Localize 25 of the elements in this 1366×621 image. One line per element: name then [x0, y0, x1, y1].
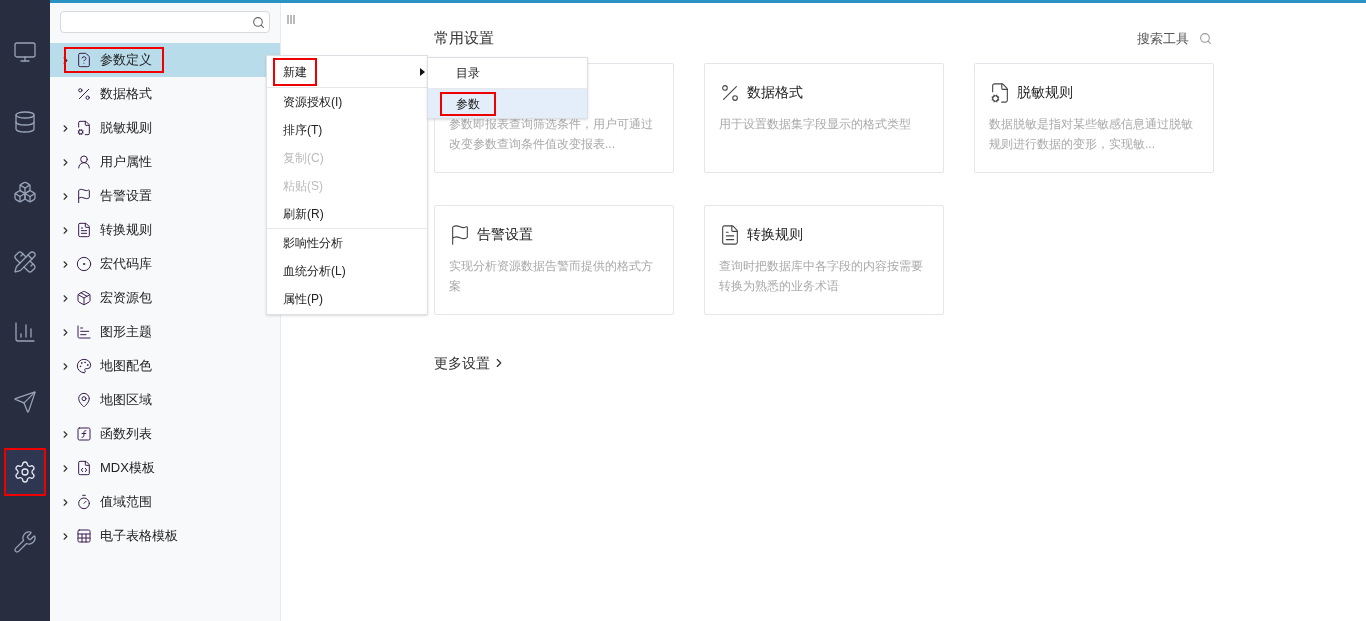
- tree-item-label: 宏代码库: [100, 255, 152, 274]
- tree-item-label: 告警设置: [100, 187, 152, 206]
- tree-item-label: 用户属性: [100, 153, 152, 172]
- tree-item-label: 脱敏规则: [100, 119, 152, 138]
- tree-item-label: 地图区域: [100, 391, 152, 410]
- card-title: 脱敏规则: [1017, 83, 1073, 102]
- section-title: 常用设置: [434, 28, 494, 48]
- tree-item-label: 电子表格模板: [100, 527, 178, 546]
- card-description: 用于设置数据集字段显示的格式类型: [719, 115, 912, 133]
- tree-item-label: MDX模板: [100, 459, 155, 478]
- card-title: 数据格式: [747, 83, 803, 102]
- card-title: 转换规则: [747, 225, 803, 244]
- tree-item-label: 转换规则: [100, 221, 152, 240]
- tree-item-label: 值域范围: [100, 493, 152, 512]
- card-description: 数据脱敏是指对某些敏感信息通过脱敏规则进行数据的变形，实现敏...: [989, 115, 1194, 153]
- card-description: 实现分析资源数据告警而提供的格式方案: [449, 257, 654, 295]
- tree-item-label: 图形主题: [100, 323, 152, 342]
- tree-item-label: 函数列表: [100, 425, 152, 444]
- tree-item-label: 参数定义: [100, 51, 152, 70]
- tree-item-label: 宏资源包: [100, 289, 152, 308]
- tree-item-label: 地图配色: [100, 357, 152, 376]
- tree-item-label: 数据格式: [100, 85, 152, 104]
- card-title: 告警设置: [477, 225, 533, 244]
- card-description: 参数即报表查询筛选条件，用户可通过改变参数查询条件值改变报表...: [449, 115, 654, 153]
- card-description: 查询时把数据库中各字段的内容按需要转换为熟悉的业务术语: [719, 257, 924, 295]
